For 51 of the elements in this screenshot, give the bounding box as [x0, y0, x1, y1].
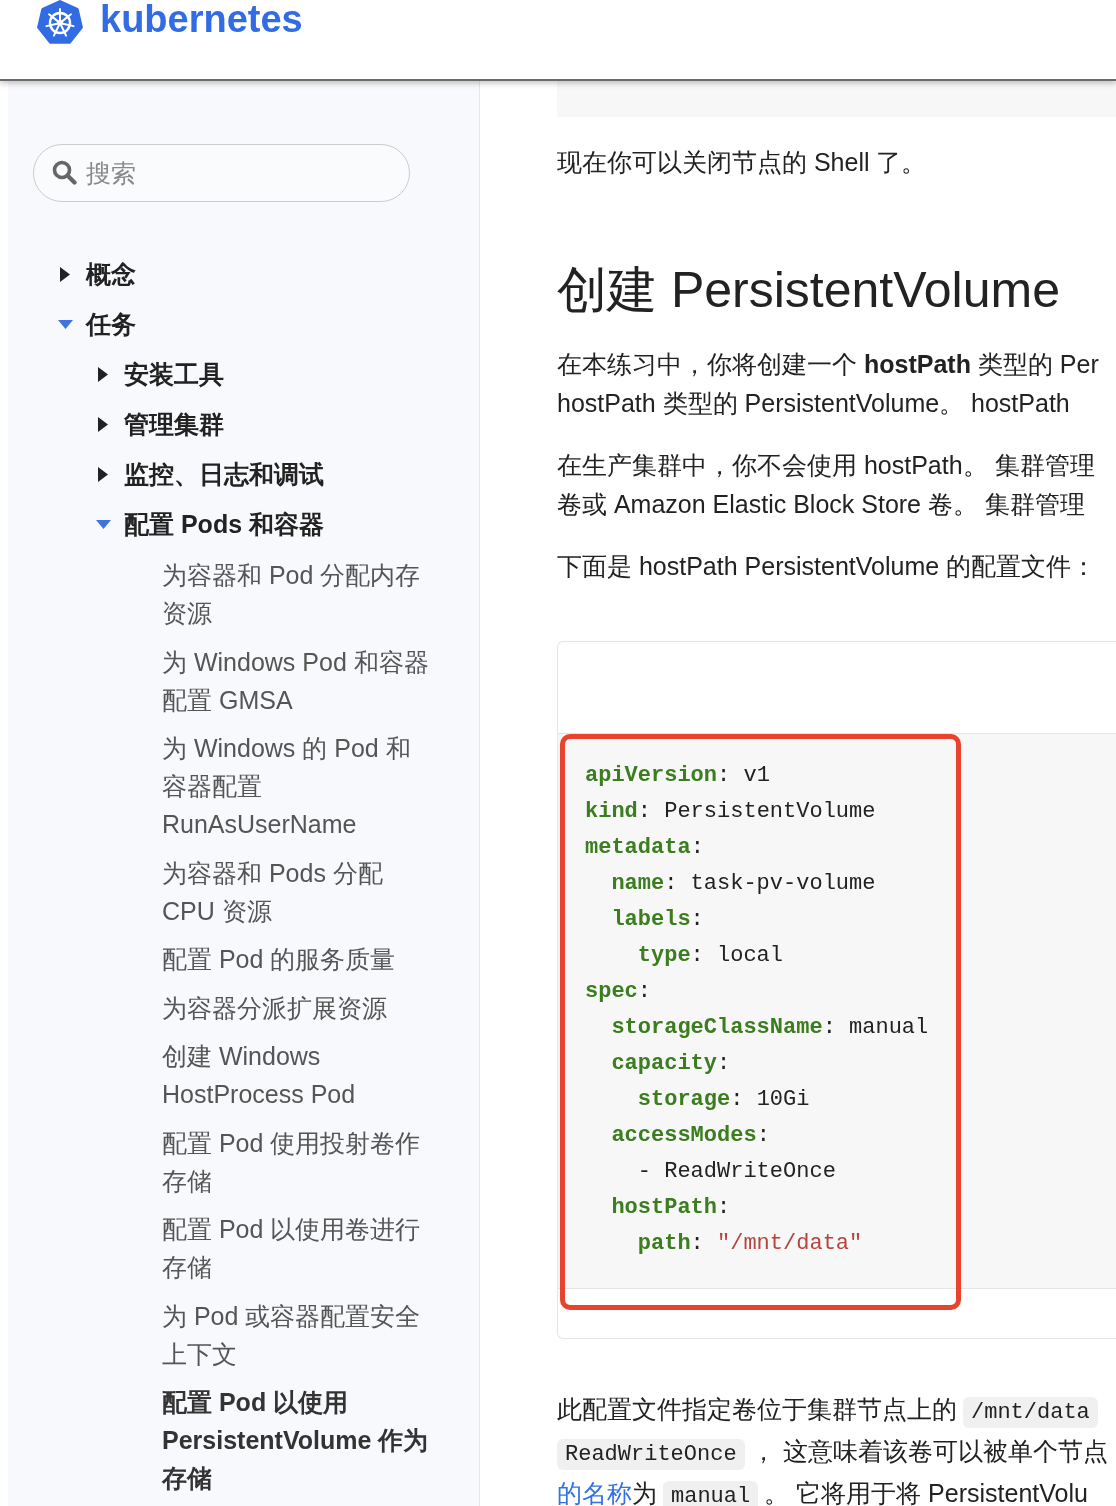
nav-item[interactable]: 为容器分派扩展资源 [162, 988, 434, 1027]
caret-down-icon[interactable] [95, 519, 111, 529]
paragraph: 此配置文件指定卷位于集群节点上的 /mnt/data ReadWriteOnce ， 这意味着该卷可以被单个节点 的名称为 manual 。 它将用于将 PersistentVolu [557, 1393, 1108, 1506]
code-line: storage: 10Gi [637, 1085, 810, 1114]
section-heading: 创建 PersistentVolume [557, 261, 1060, 320]
nav-item[interactable]: 配置 Pod 以使用卷进行存储 [162, 1210, 434, 1286]
code-line: type: local [637, 941, 784, 970]
nav-item[interactable]: 配置 Pod 使用投射卷作存储 [162, 1123, 434, 1200]
code-line: labels: [611, 905, 704, 934]
nav-item[interactable]: 为容器和 Pod 分配内存资源 [162, 556, 434, 632]
caret-right-icon[interactable] [60, 266, 70, 282]
nav-item[interactable]: 安装工具 [124, 357, 224, 391]
nav-item[interactable]: 配置 Pod 以使用 PersistentVolume 作为存储 [162, 1383, 434, 1497]
code-line: storageClassName: manual [611, 1013, 929, 1042]
code-line: spec: [585, 977, 651, 1006]
inline-code: manual [663, 1480, 759, 1506]
nav-item[interactable]: 监控、日志和调试 [124, 457, 324, 491]
inline-code: /mnt/data [963, 1396, 1098, 1428]
search-field[interactable]: 搜索 [33, 144, 410, 202]
caret-down-icon[interactable] [57, 319, 73, 329]
inline-code: ReadWriteOnce [557, 1438, 745, 1470]
code-line: kind: PersistentVolume [585, 797, 876, 826]
nav-item[interactable]: 配置 Pod 的服务质量 [162, 940, 434, 978]
paragraph: 现在你可以关闭节点的 Shell 了。 [557, 147, 927, 178]
caret-right-icon[interactable] [98, 416, 108, 432]
wheel-logo-icon[interactable] [35, 0, 85, 44]
code-line: path: "/mnt/data" [637, 1229, 863, 1258]
code-line: - ReadWriteOnce [637, 1157, 836, 1186]
nav-item[interactable]: 配置 Pods 和容器 [124, 507, 324, 541]
nav-item[interactable]: 创建 Windows HostProcess Pod [162, 1037, 434, 1113]
code-line: apiVersion: v1 [585, 761, 770, 790]
code-line: capacity: [611, 1049, 731, 1078]
nav-item[interactable]: 为 Windows Pod 和容器配置 GMSA [162, 642, 434, 719]
caret-right-icon[interactable] [98, 466, 108, 482]
code-line: metadata: [585, 833, 704, 862]
site-logo-text[interactable]: kubernetes [100, 0, 303, 38]
nav-item[interactable]: 概念 [86, 257, 136, 291]
caret-right-icon[interactable] [98, 366, 108, 382]
nav-item[interactable]: 任务 [86, 307, 136, 341]
paragraph: 在生产集群中，你不会使用 hostPath。 集群管理 卷或 Amazon Elastic Block Store 卷。 集群管理 [557, 450, 1095, 520]
text-link[interactable]: 的名称 [557, 1478, 632, 1506]
paragraph: 在本练习中，你将创建一个 hostPath 类型的 Per hostPath 类型的 PersistentVolume。 hostPath [557, 349, 1099, 419]
nav-item[interactable]: 为 Windows 的 Pod 和容器配置 RunAsUserName [162, 729, 434, 843]
nav-item[interactable]: 为容器和 Pods 分配 CPU 资源 [162, 853, 434, 930]
search-icon [52, 160, 77, 185]
paragraph: 下面是 hostPath PersistentVolume 的配置文件： [557, 551, 1097, 582]
code-line: name: task-pv-volume [611, 869, 876, 898]
nav-item[interactable]: 为 Pod 或容器配置安全上下文 [162, 1296, 434, 1373]
code-line: hostPath: [611, 1193, 731, 1222]
nav-item[interactable]: 管理集群 [124, 407, 224, 441]
code-line: accessModes: [611, 1121, 770, 1150]
